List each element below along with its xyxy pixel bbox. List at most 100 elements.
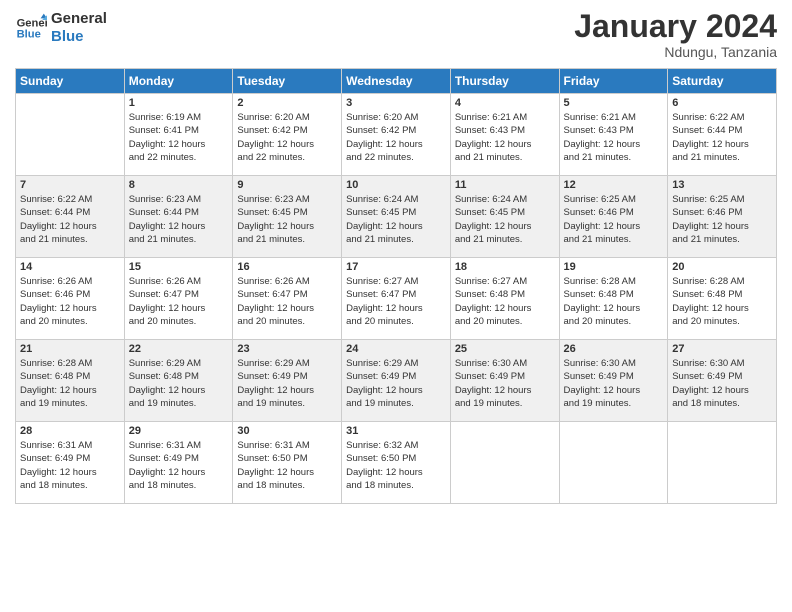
day-cell: 5Sunrise: 6:21 AMSunset: 6:43 PMDaylight… [559, 94, 668, 176]
day-number: 20 [672, 261, 772, 273]
day-info: Sunrise: 6:31 AMSunset: 6:50 PMDaylight:… [237, 439, 337, 492]
day-cell [668, 422, 777, 504]
day-cell: 30 Sunrise: 6:31 AMSunset: 6:50 PMDayligh… [233, 422, 342, 504]
day-number: 10 [346, 179, 446, 191]
page-container: General Blue General Blue January 2024 N… [0, 0, 792, 514]
day-cell: 28 Sunrise: 6:31 AMSunset: 6:49 PMDayligh… [16, 422, 125, 504]
logo-text-general: General [51, 10, 107, 28]
day-number: 17 [346, 261, 446, 273]
month-title: January 2024 [574, 10, 777, 42]
day-cell: 15 Sunrise: 6:26 AMSunset: 6:47 PMDayligh… [124, 258, 233, 340]
day-info: Sunrise: 6:23 AMSunset: 6:44 PMDaylight:… [129, 193, 229, 246]
day-cell: 6 Sunrise: 6:22 AMSunset: 6:44 PMDaylight… [668, 94, 777, 176]
day-info: Sunrise: 6:31 AMSunset: 6:49 PMDaylight:… [20, 439, 120, 492]
day-info: Sunrise: 6:24 AMSunset: 6:45 PMDaylight:… [455, 193, 555, 246]
day-info: Sunrise: 6:26 AMSunset: 6:47 PMDaylight:… [129, 275, 229, 328]
day-number: 18 [455, 261, 555, 273]
day-number: 8 [129, 179, 229, 191]
day-cell: 12 Sunrise: 6:25 AMSunset: 6:46 PMDayligh… [559, 176, 668, 258]
day-cell: 21 Sunrise: 6:28 AMSunset: 6:48 PMDayligh… [16, 340, 125, 422]
day-cell [559, 422, 668, 504]
day-info: Sunrise: 6:22 AMSunset: 6:44 PMDaylight:… [20, 193, 120, 246]
day-info: Sunrise: 6:31 AMSunset: 6:49 PMDaylight:… [129, 439, 229, 492]
day-info: Sunrise: 6:30 AMSunset: 6:49 PMDaylight:… [672, 357, 772, 410]
day-cell: 9Sunrise: 6:23 AMSunset: 6:45 PMDaylight… [233, 176, 342, 258]
day-number: 21 [20, 343, 120, 355]
day-cell: 16 Sunrise: 6:26 AMSunset: 6:47 PMDayligh… [233, 258, 342, 340]
day-cell: 8 Sunrise: 6:23 AMSunset: 6:44 PMDaylight… [124, 176, 233, 258]
day-info: Sunrise: 6:28 AMSunset: 6:48 PMDaylight:… [672, 275, 772, 328]
header-day-wednesday: Wednesday [342, 69, 451, 94]
calendar-table: SundayMondayTuesdayWednesdayThursdayFrid… [15, 68, 777, 504]
day-cell: 25 Sunrise: 6:30 AMSunset: 6:49 PMDayligh… [450, 340, 559, 422]
day-cell: 18Sunrise: 6:27 AMSunset: 6:48 PMDayligh… [450, 258, 559, 340]
day-number: 15 [129, 261, 229, 273]
day-number: 30 [237, 425, 337, 437]
header-day-saturday: Saturday [668, 69, 777, 94]
week-row-3: 21 Sunrise: 6:28 AMSunset: 6:48 PMDayligh… [16, 340, 777, 422]
day-cell: 1 Sunrise: 6:19 AMSunset: 6:41 PMDaylight… [124, 94, 233, 176]
day-number: 23 [237, 343, 337, 355]
title-block: January 2024 Ndungu, Tanzania [574, 10, 777, 60]
day-cell: 19Sunrise: 6:28 AMSunset: 6:48 PMDayligh… [559, 258, 668, 340]
day-info: Sunrise: 6:29 AMSunset: 6:49 PMDaylight:… [346, 357, 446, 410]
header-day-friday: Friday [559, 69, 668, 94]
day-number: 4 [455, 97, 555, 109]
svg-text:Blue: Blue [17, 29, 41, 41]
header-row: SundayMondayTuesdayWednesdayThursdayFrid… [16, 69, 777, 94]
day-cell: 20 Sunrise: 6:28 AMSunset: 6:48 PMDayligh… [668, 258, 777, 340]
day-number: 25 [455, 343, 555, 355]
day-info: Sunrise: 6:24 AMSunset: 6:45 PMDaylight:… [346, 193, 446, 246]
day-number: 29 [129, 425, 229, 437]
day-number: 24 [346, 343, 446, 355]
day-cell: 26 Sunrise: 6:30 AMSunset: 6:49 PMDayligh… [559, 340, 668, 422]
day-info: Sunrise: 6:21 AMSunset: 6:43 PMDaylight:… [564, 111, 664, 164]
day-info: Sunrise: 6:29 AMSunset: 6:48 PMDaylight:… [129, 357, 229, 410]
day-cell: 27Sunrise: 6:30 AMSunset: 6:49 PMDayligh… [668, 340, 777, 422]
day-cell: 24 Sunrise: 6:29 AMSunset: 6:49 PMDayligh… [342, 340, 451, 422]
day-info: Sunrise: 6:25 AMSunset: 6:46 PMDaylight:… [672, 193, 772, 246]
day-cell: 4Sunrise: 6:21 AMSunset: 6:43 PMDaylight… [450, 94, 559, 176]
day-number: 28 [20, 425, 120, 437]
week-row-1: 7 Sunrise: 6:22 AMSunset: 6:44 PMDaylight… [16, 176, 777, 258]
day-number: 16 [237, 261, 337, 273]
day-number: 6 [672, 97, 772, 109]
day-number: 31 [346, 425, 446, 437]
day-number: 26 [564, 343, 664, 355]
day-number: 13 [672, 179, 772, 191]
day-info: Sunrise: 6:26 AMSunset: 6:46 PMDaylight:… [20, 275, 120, 328]
logo-icon: General Blue [15, 12, 47, 44]
logo-text-blue: Blue [51, 28, 107, 46]
day-info: Sunrise: 6:29 AMSunset: 6:49 PMDaylight:… [237, 357, 337, 410]
day-info: Sunrise: 6:26 AMSunset: 6:47 PMDaylight:… [237, 275, 337, 328]
day-number: 1 [129, 97, 229, 109]
day-cell: 3Sunrise: 6:20 AMSunset: 6:42 PMDaylight… [342, 94, 451, 176]
day-number: 2 [237, 97, 337, 109]
day-info: Sunrise: 6:25 AMSunset: 6:46 PMDaylight:… [564, 193, 664, 246]
day-cell: 17 Sunrise: 6:27 AMSunset: 6:47 PMDayligh… [342, 258, 451, 340]
day-info: Sunrise: 6:20 AMSunset: 6:42 PMDaylight:… [346, 111, 446, 164]
day-cell: 31 Sunrise: 6:32 AMSunset: 6:50 PMDayligh… [342, 422, 451, 504]
day-info: Sunrise: 6:30 AMSunset: 6:49 PMDaylight:… [564, 357, 664, 410]
day-info: Sunrise: 6:28 AMSunset: 6:48 PMDaylight:… [20, 357, 120, 410]
header-day-monday: Monday [124, 69, 233, 94]
day-info: Sunrise: 6:19 AMSunset: 6:41 PMDaylight:… [129, 111, 229, 164]
day-number: 22 [129, 343, 229, 355]
week-row-2: 14 Sunrise: 6:26 AMSunset: 6:46 PMDayligh… [16, 258, 777, 340]
day-info: Sunrise: 6:27 AMSunset: 6:47 PMDaylight:… [346, 275, 446, 328]
day-cell: 29 Sunrise: 6:31 AMSunset: 6:49 PMDayligh… [124, 422, 233, 504]
day-cell [450, 422, 559, 504]
week-row-0: 1 Sunrise: 6:19 AMSunset: 6:41 PMDaylight… [16, 94, 777, 176]
day-info: Sunrise: 6:28 AMSunset: 6:48 PMDaylight:… [564, 275, 664, 328]
location: Ndungu, Tanzania [574, 44, 777, 60]
day-info: Sunrise: 6:30 AMSunset: 6:49 PMDaylight:… [455, 357, 555, 410]
day-number: 14 [20, 261, 120, 273]
day-cell: 23 Sunrise: 6:29 AMSunset: 6:49 PMDayligh… [233, 340, 342, 422]
day-info: Sunrise: 6:22 AMSunset: 6:44 PMDaylight:… [672, 111, 772, 164]
day-number: 11 [455, 179, 555, 191]
header: General Blue General Blue January 2024 N… [15, 10, 777, 60]
day-number: 12 [564, 179, 664, 191]
day-info: Sunrise: 6:32 AMSunset: 6:50 PMDaylight:… [346, 439, 446, 492]
day-number: 7 [20, 179, 120, 191]
day-cell: 14 Sunrise: 6:26 AMSunset: 6:46 PMDayligh… [16, 258, 125, 340]
